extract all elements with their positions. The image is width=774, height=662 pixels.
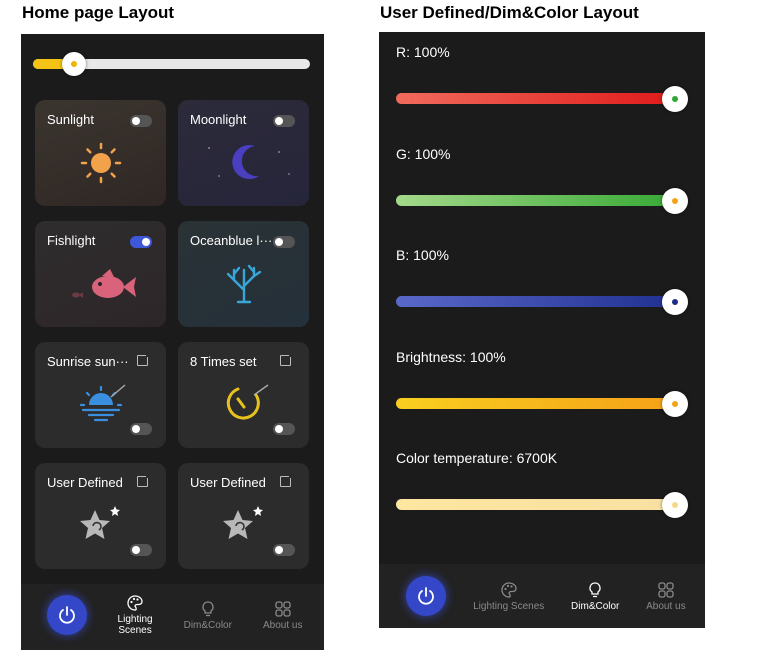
edit-icon[interactable] (137, 353, 150, 366)
scene-switch[interactable] (273, 544, 295, 556)
scene-switch[interactable] (130, 115, 152, 127)
scene-card-sunrise[interactable]: Sunrise sun··· (35, 342, 166, 448)
scene-switch[interactable] (130, 236, 152, 248)
scene-card-title: Sunlight (47, 112, 94, 127)
power-icon (418, 587, 435, 605)
scene-switch[interactable] (273, 115, 295, 127)
grid-icon (275, 600, 291, 617)
color-slider-handle[interactable] (662, 289, 688, 315)
scene-card-title: User Defined (190, 475, 266, 490)
bottom-navigation: Lighting Scenes Dim&Color About us (21, 584, 324, 650)
bulb-icon (202, 600, 214, 616)
moon-icon (178, 138, 309, 188)
scene-card-8-times-set[interactable]: 8 Times set (178, 342, 309, 448)
slider-label: Brightness: 100% (396, 348, 506, 365)
slider-label: Color temperature: 6700K (396, 450, 558, 466)
color-slider-track[interactable] (396, 492, 688, 518)
edit-icon[interactable] (137, 474, 150, 487)
scene-card-title: Fishlight (47, 233, 96, 248)
scene-card-title: User Defined (47, 475, 123, 490)
dim-color-layout-heading: User Defined/Dim&Color Layout (380, 3, 639, 22)
slider-label: B: 100% (396, 247, 449, 263)
nav-label: Lighting (117, 614, 153, 625)
fish-icon (35, 259, 166, 309)
scene-card-oceanblue[interactable]: Oceanblue l··· (178, 221, 309, 327)
color-slider-track[interactable] (396, 289, 688, 315)
scene-card-title: Oceanblue l··· (190, 233, 272, 248)
scene-card-fishlight[interactable]: Fishlight (35, 221, 166, 327)
nav-about-us[interactable]: About us (646, 581, 686, 612)
color-slider-track[interactable] (396, 86, 688, 112)
brightness-slider-handle[interactable] (62, 52, 87, 76)
scene-card-user-defined-2[interactable]: User Defined (178, 463, 309, 569)
color-slider-handle[interactable] (662, 86, 688, 112)
nav-label: Scenes (118, 625, 152, 636)
home-layout-heading: Home page Layout (22, 3, 175, 22)
dim-color-screen: R: 100% G: 100% B: 100% Brightness: 100% Col… (379, 32, 705, 628)
scene-switch[interactable] (273, 236, 295, 248)
power-button[interactable] (46, 595, 87, 635)
edit-icon[interactable] (280, 474, 293, 487)
brightness-slider[interactable] (33, 52, 310, 76)
nav-about-us[interactable]: About us (263, 600, 302, 631)
nav-lighting-scenes[interactable]: Lighting Scenes (118, 594, 153, 636)
edit-icon[interactable] (280, 353, 293, 366)
color-slider-track[interactable] (396, 390, 688, 417)
slider-label: R: 100% (396, 44, 450, 60)
bulb-icon (589, 581, 601, 597)
color-slider-handle[interactable] (662, 187, 688, 214)
color-slider-track[interactable] (396, 187, 688, 214)
nav-lighting-scenes[interactable]: Lighting Scenes (473, 581, 544, 612)
nav-label: Dim&Color (571, 600, 620, 612)
scene-switch[interactable] (130, 544, 152, 556)
nav-label: About us (262, 619, 303, 631)
scene-card-sunlight[interactable]: Sunlight (35, 100, 166, 206)
power-button[interactable] (406, 576, 447, 616)
scene-card-title: 8 Times set (190, 354, 257, 369)
scene-switch[interactable] (130, 423, 152, 435)
nav-dim-color[interactable]: Dim&Color (571, 581, 619, 612)
bottom-navigation: Lighting Scenes Dim&Color About us (379, 564, 705, 628)
nav-label: About us (646, 600, 686, 612)
color-slider-handle[interactable] (662, 390, 688, 417)
scene-card-user-defined-1[interactable]: User Defined (35, 463, 166, 569)
scene-switch[interactable] (273, 423, 295, 435)
grid-icon (658, 581, 674, 598)
slider-label: G: 100% (396, 145, 451, 162)
power-icon (58, 606, 75, 624)
nav-dim-color[interactable]: Dim&Color (184, 600, 232, 631)
scene-card-title: Sunrise sun··· (47, 354, 129, 369)
palette-icon (501, 581, 517, 598)
nav-label: Lighting Scenes (473, 600, 545, 612)
sun-icon (35, 138, 166, 188)
coral-icon (178, 259, 309, 309)
scene-card-moonlight[interactable]: Moonlight (178, 100, 309, 206)
nav-label: Dim&Color (183, 619, 232, 631)
palette-icon (127, 595, 143, 611)
home-screen: Sunlight Moonlight Fishlight Oceanblue l… (21, 34, 324, 650)
color-slider-handle[interactable] (662, 492, 688, 518)
scene-card-title: Moonlight (190, 112, 247, 127)
